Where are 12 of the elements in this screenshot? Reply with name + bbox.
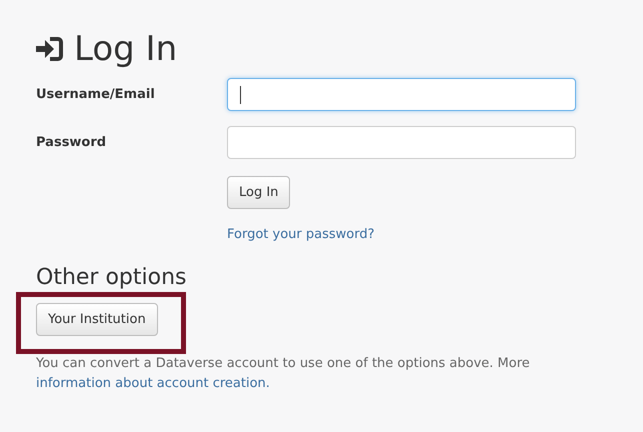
field-label: Username/Email — [36, 87, 156, 102]
field-label: Password — [36, 135, 108, 150]
forgot-password-link[interactable]: Forgot your password? — [227, 227, 375, 242]
page-title: Log In — [74, 28, 178, 70]
account-creation-link[interactable]: information about account creation. — [36, 376, 270, 391]
input-field[interactable] — [227, 78, 576, 111]
institution-button[interactable]: Your Institution — [36, 303, 158, 336]
input-field[interactable] — [227, 126, 576, 159]
login-button[interactable]: Log In — [227, 176, 290, 209]
sign-in-icon — [36, 36, 64, 62]
info-text: You can convert a Dataverse account to use one of the options above. More information about account creation. — [36, 355, 531, 393]
section-heading: Other options — [36, 264, 188, 292]
